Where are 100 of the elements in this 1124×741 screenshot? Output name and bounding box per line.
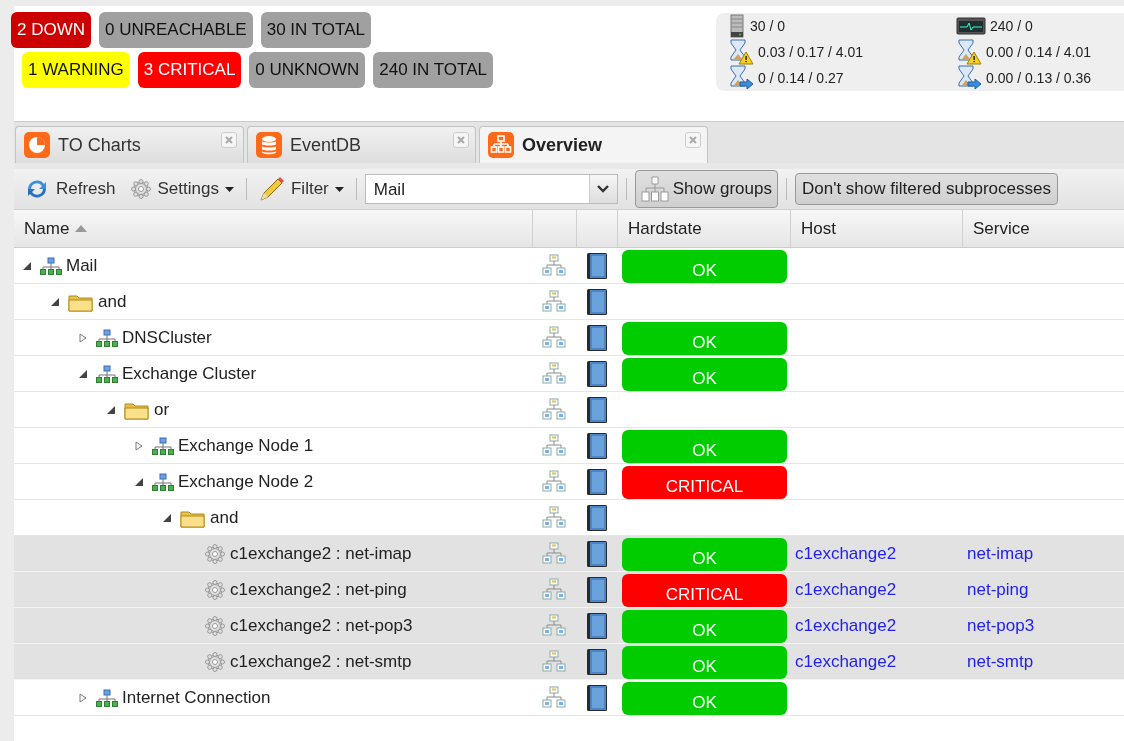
hourglass-warning-icon (728, 39, 754, 65)
status-pill: CRITICAL (622, 574, 787, 607)
tree-node-label[interactable]: Exchange Node 1 (178, 436, 314, 456)
diagram-icon[interactable] (542, 289, 566, 314)
status-badge[interactable]: 0 UNKNOWN (249, 52, 366, 88)
tree-node-label[interactable]: c1exchange2 : net-pop3 (230, 616, 413, 636)
tree-node-label[interactable]: c1exchange2 : net-ping (230, 580, 407, 600)
book-icon[interactable] (585, 540, 608, 568)
tree-node-label[interactable]: and (210, 507, 239, 528)
host-link[interactable]: c1exchange2 (795, 580, 897, 600)
status-pill: OK (622, 322, 787, 355)
book-icon[interactable] (585, 648, 608, 676)
diagram-icon[interactable] (542, 470, 566, 494)
status-pill: OK (622, 250, 787, 283)
book-icon[interactable] (585, 432, 608, 460)
diagram-icon[interactable] (542, 326, 566, 350)
settings-button[interactable]: Settings (125, 174, 238, 204)
book-icon[interactable] (585, 324, 608, 352)
tree-node-label[interactable]: Exchange Node 2 (178, 472, 314, 492)
stat-value: 0.00 / 0.14 / 4.01 (986, 44, 1092, 60)
hierarchy-icon (152, 437, 174, 455)
service-link[interactable]: net-pop3 (967, 616, 1035, 636)
status-badge[interactable]: 2 DOWN (11, 12, 91, 48)
tree-node-label[interactable]: DNSCluster (122, 328, 212, 348)
close-icon[interactable] (685, 132, 701, 148)
diagram-icon[interactable] (542, 254, 566, 278)
status-pill: OK (622, 646, 787, 679)
diagram-icon[interactable] (542, 362, 566, 386)
gear-icon (204, 543, 226, 565)
service-link[interactable]: net-ping (967, 580, 1029, 600)
service-link[interactable]: net-imap (967, 544, 1034, 564)
hierarchy-icon (152, 473, 174, 491)
tab[interactable]: EventDB (247, 126, 476, 163)
diagram-icon[interactable] (542, 650, 566, 674)
expand-arrow-icon[interactable] (78, 693, 88, 703)
stat-value: 240 / 0 (990, 18, 1033, 34)
tree-node-label[interactable]: c1exchange2 : net-smtp (230, 652, 412, 672)
expand-arrow-icon[interactable] (134, 441, 144, 451)
tab[interactable]: TO Charts (15, 126, 244, 163)
tree-node-label[interactable]: c1exchange2 : net-imap (230, 544, 412, 564)
expand-arrow-icon[interactable] (78, 333, 88, 343)
column-header[interactable]: Hardstate (628, 218, 702, 239)
tree-node-label[interactable]: or (154, 399, 170, 420)
service-link[interactable]: net-smtp (967, 652, 1034, 672)
sort-ascending-icon[interactable] (75, 225, 88, 232)
collapse-arrow-icon[interactable] (22, 261, 32, 271)
process-dropdown[interactable]: Mail (364, 174, 618, 204)
host-link[interactable]: c1exchange2 (795, 544, 897, 564)
status-badge[interactable]: 0 UNREACHABLE (99, 12, 253, 48)
filter-toggle-button[interactable]: Don't show filtered subprocesses (795, 173, 1058, 205)
filter-button[interactable]: Filter (254, 172, 348, 206)
tree-node-label[interactable]: Exchange Cluster (122, 364, 257, 384)
database-icon (256, 132, 282, 158)
collapse-arrow-icon[interactable] (162, 512, 172, 523)
book-icon[interactable] (585, 468, 608, 496)
show-groups-button[interactable]: Show groups (634, 170, 778, 208)
status-pill: CRITICAL (622, 466, 787, 499)
status-badge[interactable]: 3 CRITICAL (137, 52, 242, 88)
diagram-icon[interactable] (542, 542, 566, 566)
collapse-arrow-icon[interactable] (134, 477, 144, 487)
column-header[interactable]: Host (801, 218, 836, 239)
tab[interactable]: Overview (479, 126, 708, 163)
book-icon[interactable] (585, 576, 608, 604)
diagram-icon[interactable] (542, 397, 566, 422)
status-badge[interactable]: 240 IN TOTAL (373, 52, 493, 88)
close-icon[interactable] (453, 132, 469, 148)
book-icon[interactable] (585, 287, 608, 316)
book-icon[interactable] (585, 503, 608, 532)
status-pill: OK (622, 430, 787, 463)
column-header[interactable]: Service (973, 218, 1030, 239)
column-header[interactable]: Name (24, 218, 70, 239)
diagram-icon[interactable] (542, 578, 566, 602)
diagram-icon[interactable] (542, 434, 566, 458)
collapse-arrow-icon[interactable] (106, 404, 116, 415)
book-icon[interactable] (585, 360, 608, 388)
book-icon[interactable] (585, 395, 608, 424)
hierarchy-icon (488, 132, 514, 158)
tree-node-label[interactable]: Mail (66, 256, 98, 276)
stat-value: 30 / 0 (750, 18, 786, 34)
book-icon[interactable] (585, 612, 608, 640)
book-icon[interactable] (585, 252, 608, 280)
diagram-icon[interactable] (542, 505, 566, 530)
host-link[interactable]: c1exchange2 (795, 616, 897, 636)
monitor-icon (956, 16, 986, 36)
collapse-arrow-icon[interactable] (78, 369, 88, 379)
host-link[interactable]: c1exchange2 (795, 652, 897, 672)
hierarchy-icon (640, 175, 669, 203)
tree-node-label[interactable]: and (98, 291, 127, 312)
hourglass-arrow-icon (728, 65, 754, 91)
diagram-icon[interactable] (542, 614, 566, 638)
tree-node-label[interactable]: Internet Connection (122, 688, 271, 708)
status-badge[interactable]: 1 WARNING (22, 52, 130, 88)
diagram-icon[interactable] (542, 686, 566, 710)
status-pill: OK (622, 538, 787, 571)
collapse-arrow-icon[interactable] (50, 296, 60, 307)
book-icon[interactable] (585, 684, 608, 712)
hierarchy-icon (96, 365, 118, 383)
close-icon[interactable] (221, 132, 237, 148)
refresh-button[interactable]: Refresh (20, 173, 120, 205)
status-badge[interactable]: 30 IN TOTAL (260, 12, 371, 48)
